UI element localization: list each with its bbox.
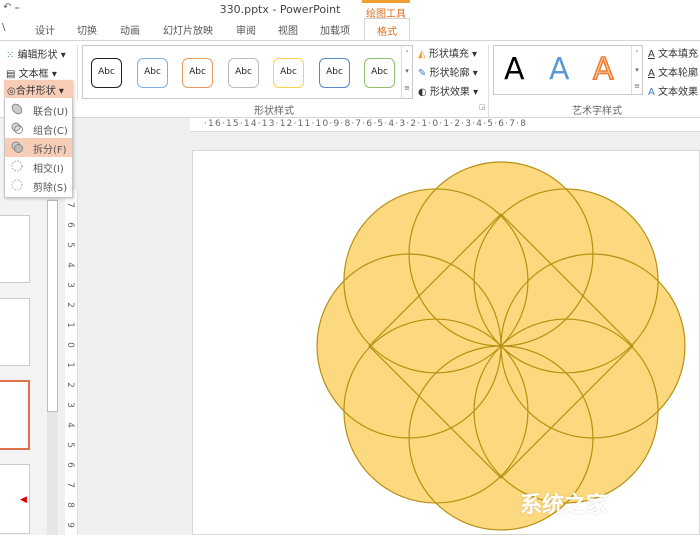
- text-box-icon: ▤: [6, 69, 19, 80]
- text-effects-button[interactable]: A 文本效果: [648, 83, 698, 98]
- ruler-tick-label: 7: [65, 202, 75, 208]
- ruler-tick-label: 4: [65, 262, 75, 268]
- ruler-tick-label: 2: [65, 302, 75, 308]
- watermark-logo: 系统之家: [520, 487, 608, 519]
- ruler-tick-label: 3: [65, 402, 75, 408]
- slide-thumbnail[interactable]: ◀: [0, 464, 30, 534]
- menu-item-fragment[interactable]: 拆分(F): [5, 138, 72, 157]
- subtract-icon: [11, 179, 23, 191]
- shape-style-swatch[interactable]: Abc: [364, 58, 395, 88]
- ruler-tick-label: 2: [65, 382, 75, 388]
- divider: [488, 45, 489, 117]
- window-title: 330.pptx - PowerPoint: [0, 3, 560, 16]
- edit-shape-button[interactable]: ⁙ 编辑形状 ▾: [6, 46, 66, 61]
- merge-shapes-icon: ◎: [7, 86, 16, 97]
- ruler-tick-label: 7: [65, 482, 75, 488]
- fragment-icon: [11, 141, 23, 153]
- slide-canvas[interactable]: [192, 150, 700, 535]
- merge-shapes-button[interactable]: ◎合并形状 ▾: [4, 80, 73, 98]
- ruler-tick-label: 4: [65, 422, 75, 428]
- tab-format[interactable]: 格式: [364, 18, 410, 41]
- shape-style-swatch[interactable]: Abc: [91, 58, 122, 88]
- menu-item-combine[interactable]: 组合(C): [5, 119, 72, 138]
- intersect-icon: [11, 160, 23, 172]
- ribbon: ⁙ 编辑形状 ▾ ▤ 文本框 ▾ Abc Abc Abc Abc Abc Abc…: [0, 40, 700, 118]
- slide-thumbnail[interactable]: [0, 298, 30, 366]
- ruler-tick-label: 6: [65, 222, 75, 228]
- wordart-style-blue[interactable]: A: [549, 52, 570, 87]
- combine-icon: [11, 122, 23, 134]
- scrollbar-thumb[interactable]: [47, 200, 58, 412]
- text-fill-icon: A: [648, 49, 655, 60]
- wordart-style-black[interactable]: A: [504, 52, 525, 87]
- paint-bucket-icon: ◭: [418, 49, 429, 60]
- tab-partial[interactable]: \: [2, 22, 5, 33]
- dialog-launcher-icon[interactable]: ◲: [479, 103, 486, 111]
- tab-slideshow[interactable]: 幻灯片放映: [163, 22, 213, 37]
- ruler-tick-label: 1: [65, 362, 75, 368]
- menu-item-intersect[interactable]: 相交(I): [5, 157, 72, 176]
- ruler-tick-label: 3: [65, 282, 75, 288]
- slide-thumbnail[interactable]: [0, 215, 30, 283]
- menu-item-subtract[interactable]: 剪除(S): [5, 176, 72, 195]
- drawing-tools-context-label: 绘图工具: [362, 0, 410, 18]
- merged-flower-shape[interactable]: [193, 151, 700, 536]
- shape-style-swatch[interactable]: Abc: [273, 58, 304, 88]
- shape-style-swatch[interactable]: Abc: [228, 58, 259, 88]
- shape-fill-button[interactable]: ◭ 形状填充 ▾: [418, 45, 477, 60]
- horizontal-ruler: ·16·15·14·13·12·11·10·9·8·7·6·5·4·3·2·1·…: [190, 118, 700, 132]
- tab-view[interactable]: 视图: [278, 22, 298, 37]
- text-outline-button[interactable]: A 文本轮廓: [648, 64, 698, 79]
- divider: [77, 45, 78, 101]
- wordart-style-orange[interactable]: A: [593, 52, 614, 87]
- text-fill-button[interactable]: A 文本填充: [648, 45, 698, 60]
- text-effects-icon: A: [648, 87, 655, 98]
- tab-review[interactable]: 审阅: [236, 22, 256, 37]
- menu-item-union[interactable]: 联合(U): [5, 100, 72, 119]
- text-box-button[interactable]: ▤ 文本框 ▾: [6, 65, 57, 80]
- tab-design[interactable]: 设计: [35, 22, 55, 37]
- effects-icon: ◐: [418, 87, 430, 98]
- arrow-icon: ◀: [20, 495, 27, 505]
- wordart-styles-group-label: 艺术字样式: [572, 102, 622, 117]
- pen-icon: ✎: [418, 68, 430, 79]
- shape-style-gallery: Abc Abc Abc Abc Abc Abc Abc ˄▾≡: [82, 45, 413, 99]
- tab-addins[interactable]: 加载项: [320, 22, 350, 37]
- ruler-tick-label: 9: [65, 522, 75, 528]
- shape-style-swatch[interactable]: Abc: [319, 58, 350, 88]
- shape-style-swatch[interactable]: Abc: [182, 58, 213, 88]
- shape-effects-button[interactable]: ◐ 形状效果 ▾: [418, 83, 478, 98]
- ruler-tick-label: 1: [65, 322, 75, 328]
- ruler-tick-label: 5: [65, 442, 75, 448]
- title-bar: ↶ ₌ 330.pptx - PowerPoint: [0, 0, 700, 18]
- ruler-tick-label: 6: [65, 462, 75, 468]
- edit-points-icon: ⁙: [6, 50, 18, 61]
- shape-styles-group-label: 形状样式: [254, 102, 294, 117]
- ribbon-tabs: \ 设计 切换 动画 幻灯片放映 审阅 视图 加载项: [0, 18, 700, 40]
- vertical-ruler: 7 6 5 4 3 2 1 0 1 2 3 4 5 6 7 8 9: [65, 190, 78, 535]
- slide-thumbnail-selected[interactable]: [0, 380, 30, 450]
- shape-style-swatch[interactable]: Abc: [137, 58, 168, 88]
- union-icon: [11, 103, 23, 115]
- ruler-tick-label: 5: [65, 242, 75, 248]
- ruler-tick-label: 0: [65, 342, 75, 348]
- text-outline-icon: A: [648, 68, 655, 79]
- watermark-subtext: XITONGZHIJIA.NET: [588, 518, 652, 526]
- tab-animations[interactable]: 动画: [120, 22, 140, 37]
- ruler-tick-label: 8: [65, 502, 75, 508]
- gallery-scroll[interactable]: ˄▾≡: [401, 46, 412, 98]
- gallery-scroll[interactable]: ˄▾≡: [631, 46, 642, 94]
- tab-transitions[interactable]: 切换: [77, 22, 97, 37]
- shape-outline-button[interactable]: ✎ 形状轮廓 ▾: [418, 64, 478, 79]
- wordart-style-gallery: A A A ˄▾≡: [493, 45, 643, 95]
